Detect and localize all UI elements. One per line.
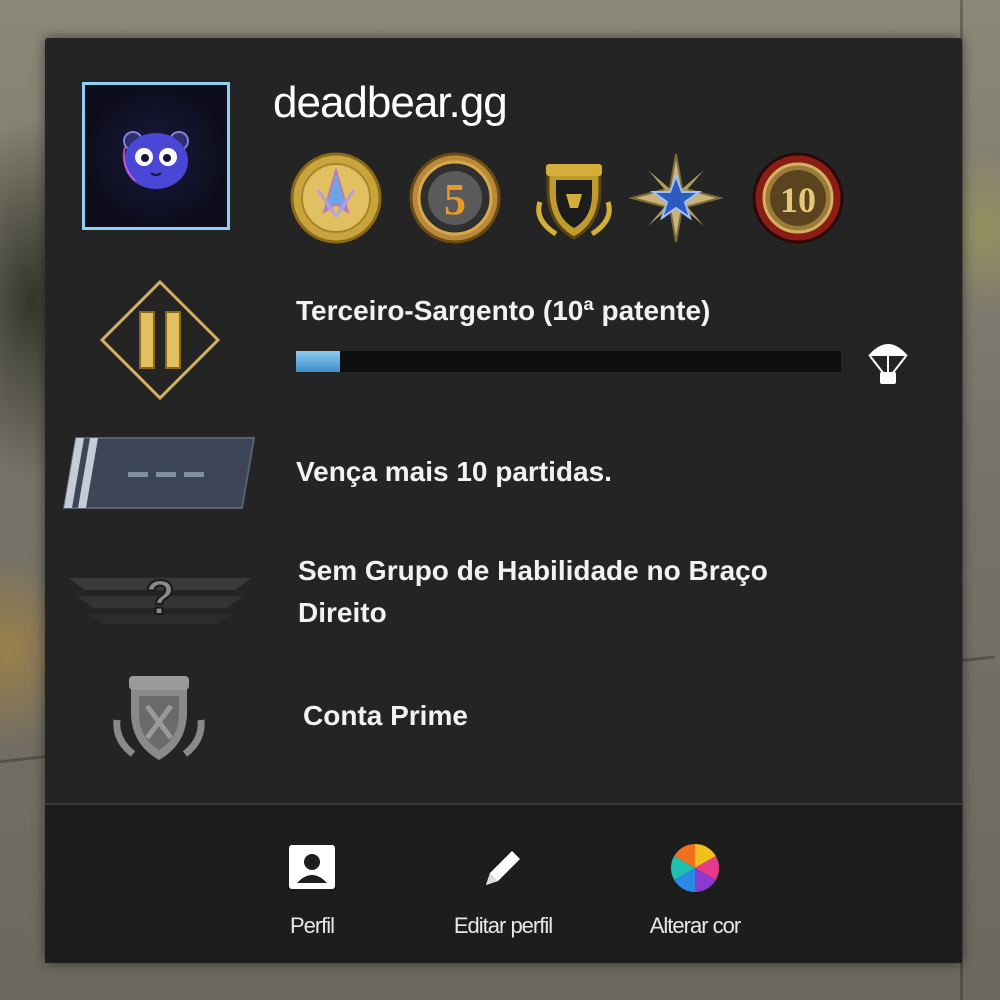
change-color-button[interactable]: Alterar cor [615, 805, 775, 963]
skill-group-unknown-icon: ? [69, 571, 251, 626]
change-color-button-label: Alterar cor [649, 913, 741, 938]
competitive-wins-needed: Vença mais 10 partidas. [296, 456, 612, 487]
competitive-rank-icon [62, 437, 256, 509]
svg-text:?: ? [145, 572, 174, 625]
bear-avatar-icon [122, 131, 189, 189]
skill-group-label-line1: Sem Grupo de Habilidade no Braço [298, 555, 768, 586]
csgo-badge-icon[interactable] [526, 150, 622, 246]
profile-button-label: Perfil [289, 913, 335, 938]
footer-actions: Perfil Editar perfil Alterar cor [45, 805, 962, 963]
rank-progress-bar [296, 351, 841, 372]
profile-card-icon [289, 845, 335, 889]
prime-account-label: Conta Prime [303, 700, 468, 731]
service-medal-icon[interactable]: 5 [407, 150, 503, 246]
color-wheel-icon [670, 844, 720, 892]
operation-coin-icon[interactable] [288, 150, 384, 246]
player-card-panel: deadbear.gg 5 10 Terceiro-Sargento (10ª … [45, 38, 962, 963]
edit-profile-button-label: Editar perfil [453, 913, 553, 938]
parachute-icon[interactable] [865, 336, 911, 388]
profile-button[interactable]: Perfil [232, 805, 392, 963]
rank-progress-fill [296, 351, 340, 372]
edit-profile-button[interactable]: Editar perfil [423, 805, 583, 963]
rank-chevron-icon [99, 279, 221, 401]
ten-year-coin-number: 10 [780, 180, 816, 220]
ten-year-coin-icon[interactable]: 10 [750, 150, 846, 246]
username: deadbear.gg [273, 78, 508, 127]
rank-title: Terceiro-Sargento (10ª patente) [296, 295, 711, 326]
pencil-icon [486, 851, 520, 885]
service-medal-number: 5 [444, 175, 466, 224]
star-medal-icon[interactable] [628, 150, 724, 246]
skill-group-label-line2: Direito [298, 597, 387, 628]
prime-badge-icon [113, 676, 205, 760]
avatar[interactable] [82, 82, 230, 230]
